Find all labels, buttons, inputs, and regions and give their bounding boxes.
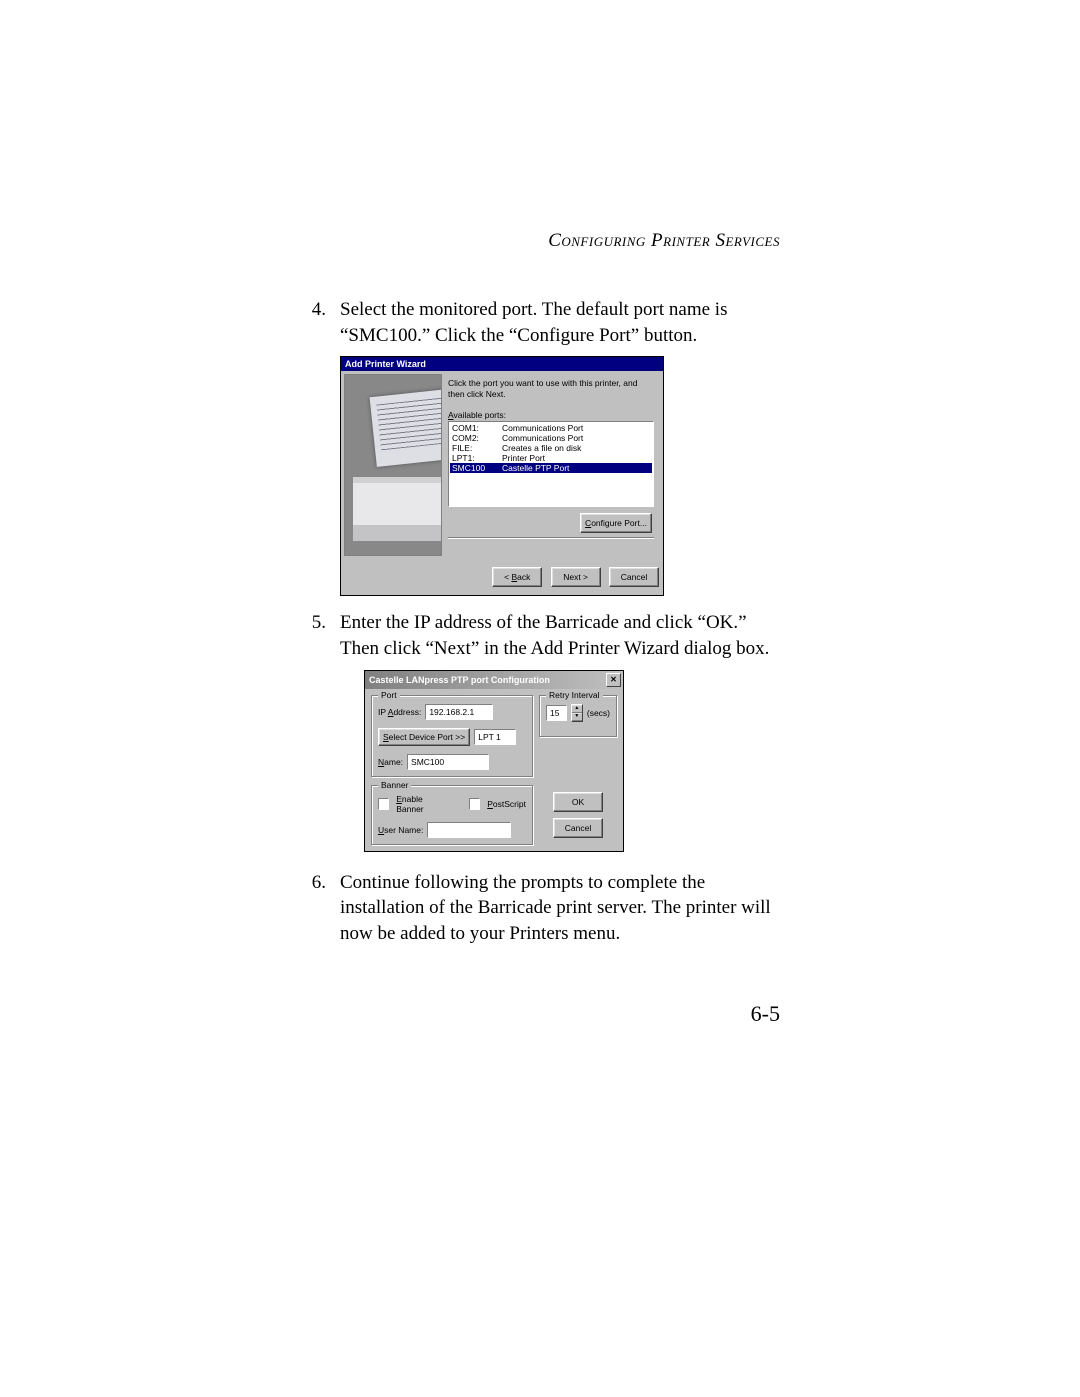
running-head-text: Configuring Printer Services bbox=[548, 230, 780, 251]
step-text: Continue following the prompts to comple… bbox=[340, 870, 780, 947]
step-number: 5. bbox=[308, 610, 326, 661]
window-titlebar: Add Printer Wizard bbox=[341, 357, 663, 371]
port-row: FILE:Creates a file on disk bbox=[450, 443, 652, 453]
port-row: COM1:Communications Port bbox=[450, 423, 652, 433]
postscript-label: PostScript bbox=[487, 799, 526, 809]
retry-spinner[interactable]: ▲▼ bbox=[571, 704, 583, 722]
user-name-label: User Name: bbox=[378, 825, 423, 835]
port-configuration-screenshot: Castelle LANpress PTP port Configuration… bbox=[364, 670, 624, 852]
step-4: 4. Select the monitored port. The defaul… bbox=[308, 297, 780, 348]
window-title: Castelle LANpress PTP port Configuration bbox=[369, 675, 550, 685]
port-row: COM2:Communications Port bbox=[450, 433, 652, 443]
user-name-input[interactable] bbox=[427, 822, 511, 838]
configure-port-button[interactable]: Configure Port... bbox=[580, 513, 652, 533]
next-button[interactable]: Next > bbox=[551, 567, 601, 587]
page-number: 6-5 bbox=[751, 1001, 780, 1027]
banner-group-label: Banner bbox=[378, 780, 411, 790]
ports-listbox[interactable]: COM1:Communications Port COM2:Communicat… bbox=[448, 421, 654, 507]
retry-group-label: Retry Interval bbox=[546, 690, 603, 700]
ok-button[interactable]: OK bbox=[553, 792, 603, 812]
name-input[interactable]: SMC100 bbox=[407, 754, 489, 770]
enable-banner-label: Enable Banner bbox=[396, 794, 448, 814]
step-text: Select the monitored port. The default p… bbox=[340, 297, 780, 348]
step-text: Enter the IP address of the Barricade an… bbox=[340, 610, 780, 661]
step-number: 6. bbox=[308, 870, 326, 947]
device-port-display: LPT 1 bbox=[474, 729, 516, 745]
retry-interval-groupbox: Retry Interval 15 ▲▼ (secs) bbox=[539, 695, 617, 737]
cancel-button[interactable]: Cancel bbox=[609, 567, 659, 587]
name-label: Name: bbox=[378, 757, 403, 767]
close-icon[interactable]: ✕ bbox=[606, 673, 621, 687]
step-number: 4. bbox=[308, 297, 326, 348]
retry-unit-label: (secs) bbox=[587, 708, 610, 718]
wizard-prompt: Click the port you want to use with this… bbox=[448, 378, 654, 399]
wizard-art-printer-image bbox=[344, 374, 442, 556]
port-group-label: Port bbox=[378, 690, 400, 700]
ip-address-label: IP Address: bbox=[378, 707, 421, 717]
add-printer-wizard-screenshot: Add Printer Wizard Click the port you wa… bbox=[340, 356, 664, 596]
port-row: LPT1:Printer Port bbox=[450, 453, 652, 463]
step-6: 6. Continue following the prompts to com… bbox=[308, 870, 780, 947]
window-title: Add Printer Wizard bbox=[345, 359, 426, 369]
back-button[interactable]: < Back bbox=[492, 567, 542, 587]
port-row-selected: SMC100Castelle PTP Port bbox=[450, 463, 652, 473]
step-5: 5. Enter the IP address of the Barricade… bbox=[308, 610, 780, 661]
retry-value-input[interactable]: 15 bbox=[546, 705, 567, 721]
postscript-checkbox[interactable] bbox=[469, 798, 480, 810]
enable-banner-checkbox[interactable] bbox=[378, 798, 389, 810]
port-groupbox: Port IP Address: 192.168.2.1 Select Devi… bbox=[371, 695, 533, 777]
select-device-port-button[interactable]: Select Device Port >> bbox=[378, 728, 470, 746]
window-titlebar: Castelle LANpress PTP port Configuration… bbox=[365, 671, 623, 689]
banner-groupbox: Banner Enable Banner PostScript User Nam… bbox=[371, 785, 533, 845]
available-ports-label: Available ports: bbox=[448, 410, 654, 420]
cancel-button[interactable]: Cancel bbox=[553, 818, 603, 838]
running-head: Configuring Printer Services bbox=[308, 230, 780, 252]
ip-address-input[interactable]: 192.168.2.1 bbox=[425, 704, 493, 720]
